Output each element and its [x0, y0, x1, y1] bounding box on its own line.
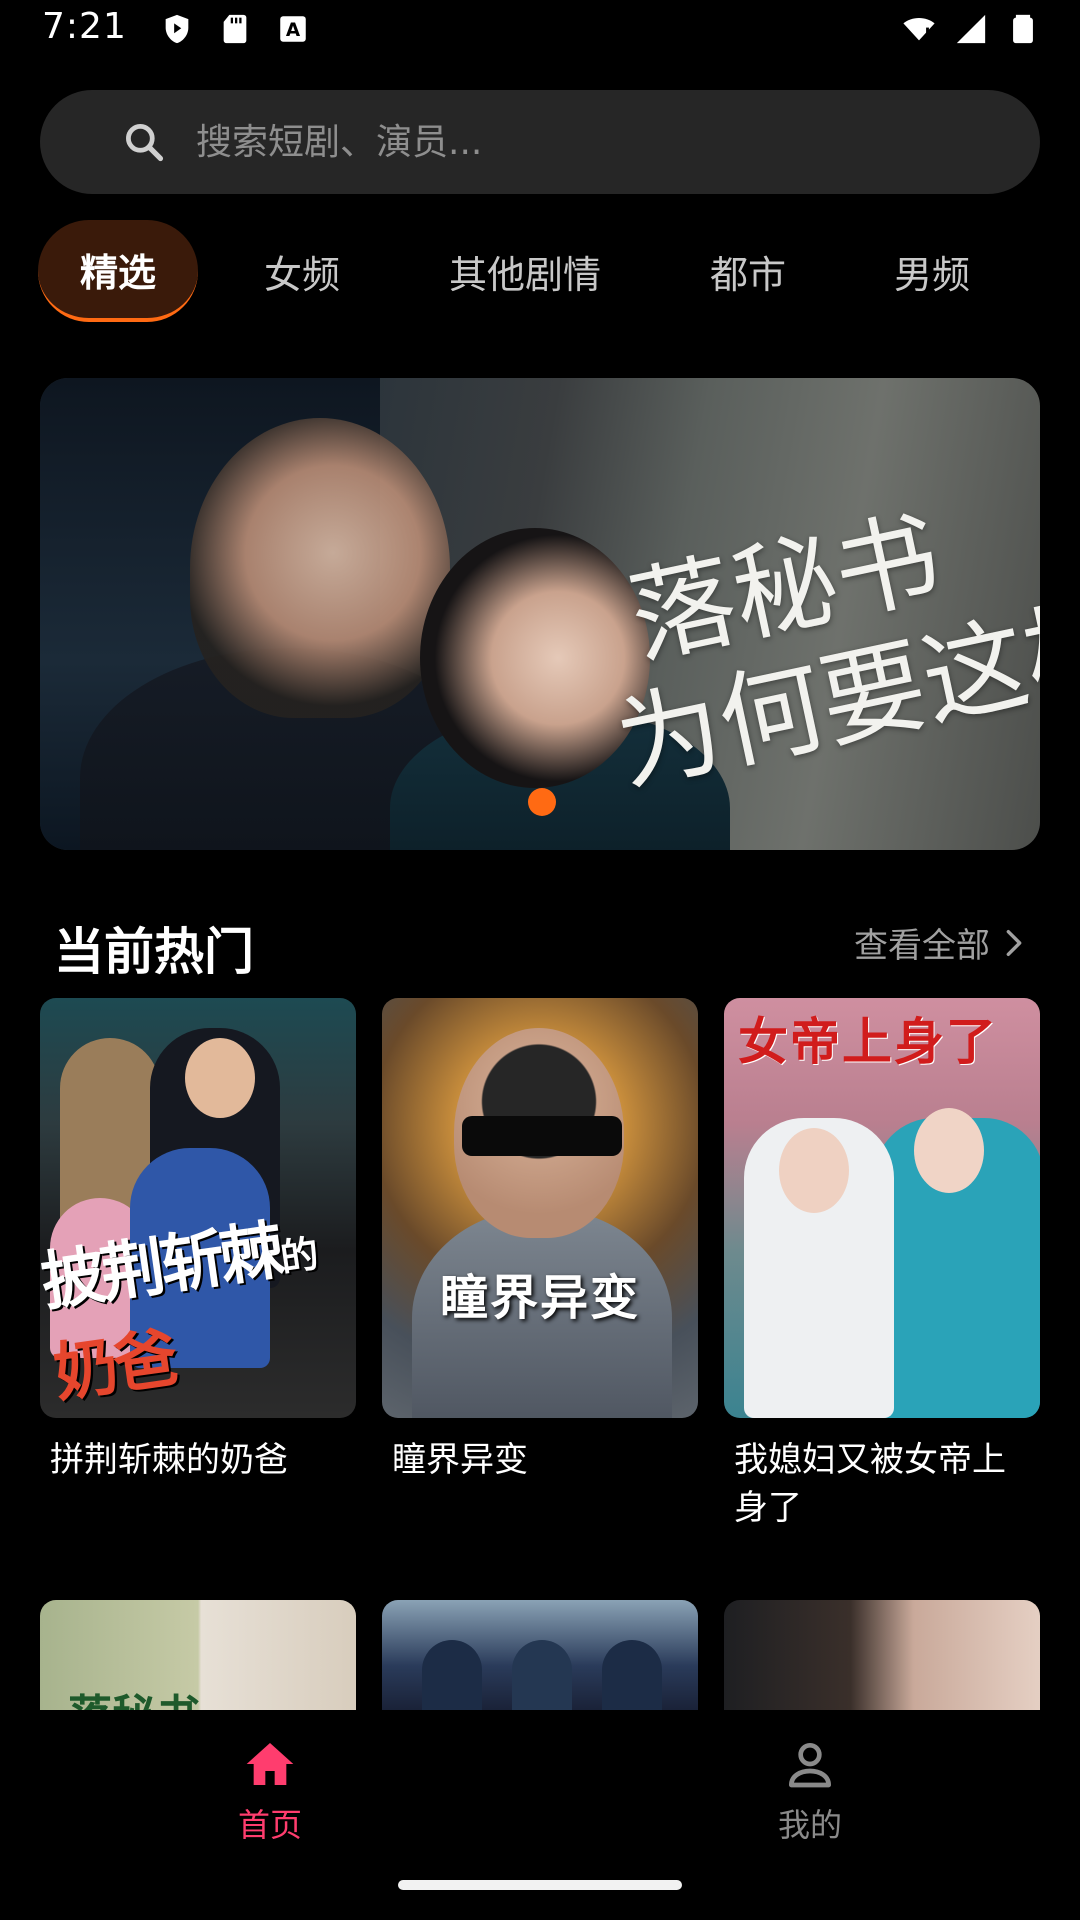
drama-card[interactable]: 瞳界异变 瞳界异变 — [382, 998, 698, 1484]
poster-title-art: 女帝上身了 — [738, 1013, 998, 1071]
drama-card[interactable] — [724, 1600, 1040, 1710]
status-time: 7:21 — [42, 6, 127, 47]
play-protect-icon — [165, 14, 189, 44]
drama-card[interactable] — [382, 1600, 698, 1710]
nav-home-label: 首页 — [237, 1806, 302, 1844]
accessibility-icon: A — [280, 16, 306, 42]
wifi-icon — [903, 18, 935, 41]
drama-poster[interactable]: 瞳界异变 — [382, 998, 698, 1418]
search-icon — [126, 124, 164, 162]
drama-poster[interactable]: 女帝上身了 — [724, 998, 1040, 1418]
carousel-indicator-dot[interactable] — [528, 788, 556, 816]
banner-title: 落秘书 为何要这样 — [606, 495, 1040, 808]
tab-featured[interactable]: 精选 — [38, 220, 198, 322]
battery-icon — [1013, 14, 1033, 44]
nav-profile[interactable]: 我的 — [730, 1736, 890, 1846]
nav-profile-label: 我的 — [777, 1806, 842, 1844]
poster-title-art: 落秘书 — [68, 1680, 200, 1710]
section-title: 当前热门 — [54, 923, 254, 981]
tab-other-drama[interactable]: 其他剧情 — [420, 220, 630, 322]
drama-title[interactable]: 拼荆斩棘的奶爸 — [40, 1436, 356, 1484]
drama-card[interactable]: 落秘书 — [40, 1600, 356, 1710]
home-icon — [246, 1743, 294, 1785]
drama-card[interactable]: 女帝上身了 我媳妇又被女帝上身了 — [724, 998, 1040, 1532]
drama-title[interactable]: 瞳界异变 — [382, 1436, 698, 1484]
signal-icon — [956, 14, 986, 44]
search-input[interactable] — [196, 114, 996, 170]
featured-banner[interactable]: 落秘书 为何要这样 — [40, 378, 1040, 850]
drama-poster[interactable] — [382, 1600, 698, 1710]
poster-title-art: 瞳界异变 — [439, 1270, 640, 1326]
tab-female[interactable]: 女频 — [222, 220, 382, 322]
tab-male[interactable]: 男频 — [852, 220, 1012, 322]
svg-text:A: A — [286, 20, 301, 41]
status-bar: 7:21 A — [0, 0, 1080, 62]
see-all-link[interactable]: 查看全部 — [854, 918, 1028, 967]
home-indicator[interactable] — [398, 1880, 682, 1890]
person-icon — [789, 1743, 831, 1788]
sd-card-icon — [223, 14, 247, 44]
drama-poster[interactable]: 披荆斩棘的奶爸 — [40, 998, 356, 1418]
see-all-label: 查看全部 — [854, 926, 990, 966]
app-screen: 7:21 A 精选 女频 其他剧情 都市 男频 — [0, 0, 1080, 1920]
banner-actor-male — [190, 418, 450, 718]
drama-card[interactable]: 披荆斩棘的奶爸 拼荆斩棘的奶爸 — [40, 998, 356, 1484]
search-bar[interactable] — [40, 90, 1040, 194]
chevron-right-icon — [1006, 929, 1022, 956]
banner-actor-female — [420, 528, 650, 788]
drama-poster[interactable]: 落秘书 — [40, 1600, 356, 1710]
drama-poster[interactable] — [724, 1600, 1040, 1710]
category-tabs: 精选 女频 其他剧情 都市 男频 — [0, 220, 1080, 330]
tab-urban[interactable]: 都市 — [668, 220, 828, 322]
nav-home[interactable]: 首页 — [190, 1736, 350, 1846]
drama-title[interactable]: 我媳妇又被女帝上身了 — [724, 1436, 1040, 1532]
